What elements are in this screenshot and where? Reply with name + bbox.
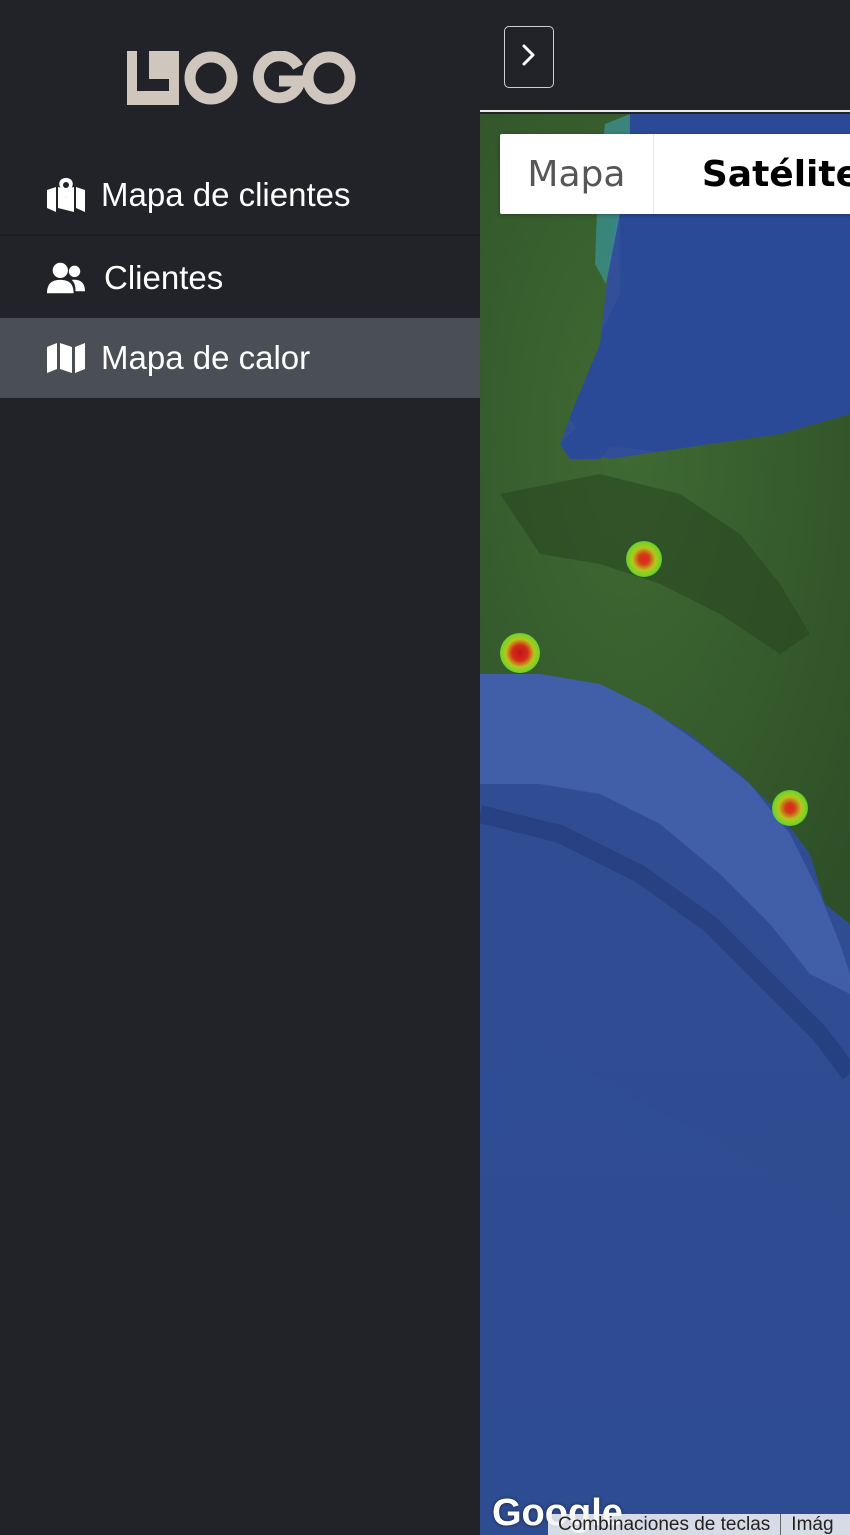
top-bar: [480, 0, 850, 112]
sidebar-item-label: Mapa de calor: [101, 339, 311, 376]
map-attribution: Combinaciones de teclas Imág: [548, 1514, 850, 1535]
heat-point: [500, 633, 540, 673]
logo[interactable]: [127, 50, 357, 105]
sidebar-toggle-button[interactable]: [504, 26, 554, 88]
chevron-right-icon: [521, 43, 537, 72]
map-type-satellite-button[interactable]: Satélite: [654, 134, 850, 214]
users-icon: [47, 261, 85, 295]
heat-point: [772, 790, 808, 826]
map-icon: [47, 341, 85, 375]
heat-point: [626, 541, 662, 577]
heat-map[interactable]: Mapa Satélite Google Combinaciones de te…: [480, 114, 850, 1535]
sidebar-item-mapa-de-clientes[interactable]: Mapa de clientes: [0, 156, 480, 236]
map-type-control: Mapa Satélite: [500, 134, 850, 214]
imagery-attribution[interactable]: Imág: [781, 1514, 843, 1535]
sidebar-item-label: Mapa de clientes: [101, 176, 351, 213]
sidebar-item-clientes[interactable]: Clientes: [0, 238, 480, 318]
sidebar-item-mapa-de-calor[interactable]: Mapa de calor: [0, 318, 480, 398]
sidebar-item-label: Clientes: [104, 259, 224, 296]
map-type-mapa-button[interactable]: Mapa: [500, 134, 654, 214]
map-marked-icon: [47, 178, 85, 212]
keyboard-shortcuts-link[interactable]: Combinaciones de teclas: [548, 1514, 780, 1535]
sidebar: Mapa de clientes Clientes Mapa de calor: [0, 0, 480, 1535]
